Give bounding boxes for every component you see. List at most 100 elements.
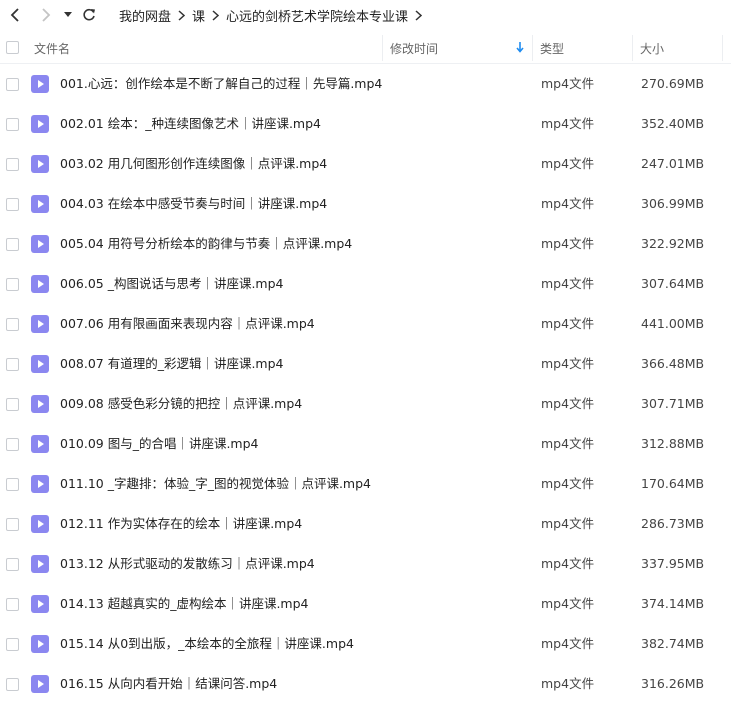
video-file-icon: [31, 275, 49, 293]
row-checkbox[interactable]: [6, 238, 19, 251]
file-row[interactable]: 015.14 从0到出版，_本绘本的全旅程｜讲座课.mp4 mp4文件 382.…: [0, 624, 731, 664]
row-checkbox[interactable]: [6, 438, 19, 451]
column-header-size[interactable]: 大小: [640, 33, 720, 63]
refresh-button[interactable]: [80, 4, 98, 26]
file-name[interactable]: 012.11 作为实体存在的绘本｜讲座课.mp4: [60, 504, 302, 544]
file-name[interactable]: 003.02 用几何图形创作连续图像｜点评课.mp4: [60, 144, 327, 184]
file-size: 306.99MB: [641, 196, 705, 211]
file-row[interactable]: 007.06 用有限画面来表现内容｜点评课.mp4 mp4文件 441.00MB: [0, 304, 731, 344]
file-row[interactable]: 010.09 图与_的合唱｜讲座课.mp4 mp4文件 312.88MB: [0, 424, 731, 464]
column-header-name[interactable]: 文件名: [34, 33, 379, 63]
breadcrumb-item-current[interactable]: 心远的剑桥艺术学院绘本专业课: [226, 6, 408, 25]
breadcrumb: 我的网盘 课 心远的剑桥艺术学院绘本专业课: [119, 0, 429, 30]
row-checkbox[interactable]: [6, 558, 19, 571]
file-type: mp4文件: [541, 516, 595, 531]
file-name[interactable]: 014.13 超越真实的_虚构绘本｜讲座课.mp4: [60, 584, 309, 624]
chevron-right-icon: [415, 9, 423, 21]
select-all-checkbox[interactable]: [6, 41, 19, 54]
video-file-icon: [31, 315, 49, 333]
file-type: mp4文件: [541, 76, 595, 91]
file-name[interactable]: 004.03 在绘本中感受节奏与时间｜讲座课.mp4: [60, 184, 327, 224]
file-name[interactable]: 010.09 图与_的合唱｜讲座课.mp4: [60, 424, 259, 464]
row-checkbox[interactable]: [6, 78, 19, 91]
file-size: 170.64MB: [641, 476, 705, 491]
file-name[interactable]: 015.14 从0到出版，_本绘本的全旅程｜讲座课.mp4: [60, 624, 354, 664]
chevron-right-icon: [178, 9, 186, 21]
video-file-icon: [31, 195, 49, 213]
file-size: 286.73MB: [641, 516, 705, 531]
file-name[interactable]: 001.心远：创作绘本是不断了解自己的过程｜先导篇.mp4: [60, 64, 382, 104]
file-row[interactable]: 008.07 有道理的_彩逻辑｜讲座课.mp4 mp4文件 366.48MB: [0, 344, 731, 384]
column-header-modified-label: 修改时间: [390, 41, 439, 56]
file-row[interactable]: 002.01 绘本：_种连续图像艺术｜讲座课.mp4 mp4文件 352.40M…: [0, 104, 731, 144]
row-checkbox[interactable]: [6, 478, 19, 491]
breadcrumb-item-root[interactable]: 我的网盘: [119, 6, 171, 25]
video-file-icon: [31, 235, 49, 253]
row-checkbox[interactable]: [6, 278, 19, 291]
file-size: 312.88MB: [641, 436, 705, 451]
file-row[interactable]: 004.03 在绘本中感受节奏与时间｜讲座课.mp4 mp4文件 306.99M…: [0, 184, 731, 224]
column-header-type[interactable]: 类型: [540, 33, 630, 63]
row-checkbox[interactable]: [6, 158, 19, 171]
forward-button[interactable]: [37, 4, 55, 26]
file-size: 247.01MB: [641, 156, 705, 171]
file-type: mp4文件: [541, 276, 595, 291]
file-row[interactable]: 005.04 用符号分析绘本的韵律与节奏｜点评课.mp4 mp4文件 322.9…: [0, 224, 731, 264]
video-file-icon: [31, 555, 49, 573]
history-dropdown-button[interactable]: [62, 4, 74, 26]
file-type: mp4文件: [541, 556, 595, 571]
chevron-right-icon: [42, 8, 51, 22]
column-header-modified[interactable]: 修改时间: [390, 33, 530, 63]
row-checkbox[interactable]: [6, 318, 19, 331]
row-checkbox[interactable]: [6, 398, 19, 411]
video-file-icon: [31, 75, 49, 93]
column-divider[interactable]: [532, 35, 533, 61]
file-row[interactable]: 016.15 从向内看开始｜结课问答.mp4 mp4文件 316.26MB: [0, 664, 731, 704]
chevron-left-icon: [10, 8, 19, 22]
file-row[interactable]: 009.08 感受色彩分镜的把控｜点评课.mp4 mp4文件 307.71MB: [0, 384, 731, 424]
file-type: mp4文件: [541, 356, 595, 371]
video-file-icon: [31, 675, 49, 693]
file-name[interactable]: 016.15 从向内看开始｜结课问答.mp4: [60, 664, 277, 704]
file-row[interactable]: 013.12 从形式驱动的发散练习｜点评课.mp4 mp4文件 337.95MB: [0, 544, 731, 584]
back-button[interactable]: [6, 4, 24, 26]
file-row[interactable]: 006.05 _构图说话与思考｜讲座课.mp4 mp4文件 307.64MB: [0, 264, 731, 304]
file-type: mp4文件: [541, 156, 595, 171]
top-nav-bar: 我的网盘 课 心远的剑桥艺术学院绘本专业课: [0, 0, 731, 30]
file-name[interactable]: 002.01 绘本：_种连续图像艺术｜讲座课.mp4: [60, 104, 321, 144]
column-header-size-label: 大小: [640, 41, 665, 56]
video-file-icon: [31, 515, 49, 533]
file-size: 337.95MB: [641, 556, 705, 571]
file-name[interactable]: 006.05 _构图说话与思考｜讲座课.mp4: [60, 264, 284, 304]
file-row[interactable]: 003.02 用几何图形创作连续图像｜点评课.mp4 mp4文件 247.01M…: [0, 144, 731, 184]
video-file-icon: [31, 395, 49, 413]
file-name[interactable]: 008.07 有道理的_彩逻辑｜讲座课.mp4: [60, 344, 284, 384]
file-type: mp4文件: [541, 636, 595, 651]
file-name[interactable]: 005.04 用符号分析绘本的韵律与节奏｜点评课.mp4: [60, 224, 352, 264]
column-divider[interactable]: [722, 35, 723, 61]
row-checkbox[interactable]: [6, 598, 19, 611]
row-checkbox[interactable]: [6, 518, 19, 531]
row-checkbox[interactable]: [6, 638, 19, 651]
file-type: mp4文件: [541, 596, 595, 611]
file-name[interactable]: 013.12 从形式驱动的发散练习｜点评课.mp4: [60, 544, 315, 584]
file-name[interactable]: 009.08 感受色彩分镜的把控｜点评课.mp4: [60, 384, 302, 424]
column-divider[interactable]: [632, 35, 633, 61]
breadcrumb-item-course[interactable]: 课: [192, 6, 205, 25]
file-row[interactable]: 012.11 作为实体存在的绘本｜讲座课.mp4 mp4文件 286.73MB: [0, 504, 731, 544]
video-file-icon: [31, 155, 49, 173]
file-type: mp4文件: [541, 476, 595, 491]
chevron-right-icon: [212, 9, 220, 21]
column-divider[interactable]: [382, 35, 383, 61]
row-checkbox[interactable]: [6, 358, 19, 371]
file-row[interactable]: 011.10 _字趣排：体验_字_图的视觉体验｜点评课.mp4 mp4文件 17…: [0, 464, 731, 504]
file-size: 352.40MB: [641, 116, 705, 131]
file-name[interactable]: 007.06 用有限画面来表现内容｜点评课.mp4: [60, 304, 315, 344]
file-name[interactable]: 011.10 _字趣排：体验_字_图的视觉体验｜点评课.mp4: [60, 464, 371, 504]
row-checkbox[interactable]: [6, 118, 19, 131]
file-row[interactable]: 014.13 超越真实的_虚构绘本｜讲座课.mp4 mp4文件 374.14MB: [0, 584, 731, 624]
row-checkbox[interactable]: [6, 198, 19, 211]
row-checkbox[interactable]: [6, 678, 19, 691]
file-row[interactable]: 001.心远：创作绘本是不断了解自己的过程｜先导篇.mp4 mp4文件 270.…: [0, 64, 731, 104]
column-header-name-label: 文件名: [34, 41, 71, 56]
